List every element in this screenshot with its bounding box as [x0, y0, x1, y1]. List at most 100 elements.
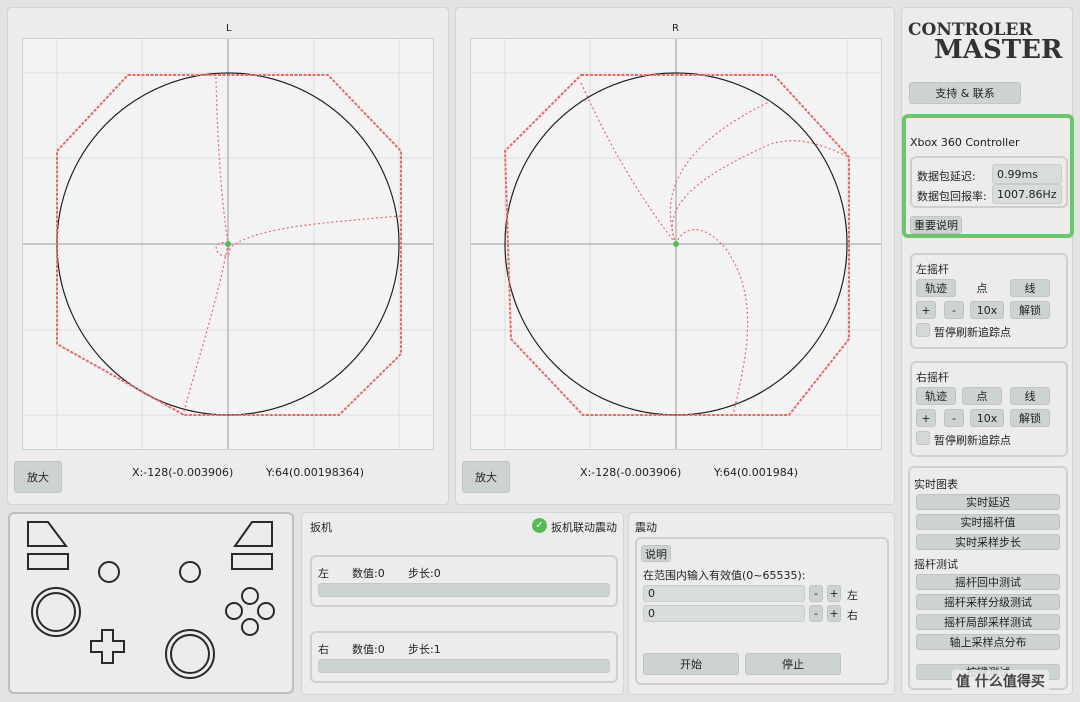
sidebar: CONTROLER MASTER 支持 & 联系 Xbox 360 Contro…	[901, 7, 1074, 695]
left-plus-button[interactable]: +	[916, 301, 936, 319]
right-unlock-button[interactable]: 解锁	[1010, 409, 1050, 427]
trigger-panel: 扳机 ✓ 扳机联动震动 左 数值:0 步长:0 右 数值:0 步长:1	[301, 512, 624, 695]
left-unlock-button[interactable]: 解锁	[1010, 301, 1050, 319]
stick-test-title: 摇杆测试	[914, 558, 958, 571]
axis-sample-distribution-button[interactable]: 轴上采样点分布	[916, 634, 1060, 650]
right-plus-button[interactable]: +	[916, 409, 936, 427]
left-current-point	[225, 241, 231, 247]
left-zoom-button[interactable]: 放大	[14, 461, 62, 493]
vibration-panel: 震动 说明 在范围内输入有效值(0~65535): 0 - + 左 0 - + …	[628, 512, 895, 695]
rate-label: 数据包回报率:	[917, 190, 987, 203]
left-minus-button[interactable]: -	[944, 301, 964, 319]
right-pause-checkbox[interactable]	[916, 431, 930, 445]
right-trigger-icon[interactable]	[231, 553, 273, 570]
right-zoom-button[interactable]: 放大	[462, 461, 510, 493]
dpad-icon[interactable]	[90, 629, 125, 664]
logo-line2: MASTER	[934, 35, 1063, 65]
vibration-title: 震动	[635, 521, 657, 534]
right-point-button[interactable]: 点	[962, 387, 1002, 405]
vibration-stop-button[interactable]: 停止	[745, 653, 841, 675]
right-motor-label: 右	[847, 609, 858, 622]
trigger-title: 扳机	[310, 521, 332, 534]
face-buttons-icon[interactable]	[225, 587, 275, 636]
right-trigger-value: 数值:0	[352, 643, 385, 656]
right-scale-value[interactable]: 10x	[970, 409, 1004, 427]
right-motor-minus[interactable]: -	[809, 605, 823, 622]
right-stick-icon[interactable]	[165, 629, 215, 679]
left-trigger-name: 左	[318, 567, 329, 580]
vibration-help-button[interactable]: 说明	[641, 545, 671, 562]
stick-center-test-button[interactable]: 摇杆回中测试	[916, 574, 1060, 590]
left-trigger-icon[interactable]	[27, 553, 69, 570]
left-y-readout: Y:64(0.00198364)	[266, 466, 365, 479]
left-stick-icon[interactable]	[31, 587, 81, 637]
right-x-readout: X:-128(-0.003906)	[580, 466, 682, 479]
left-trace-button[interactable]: 轨迹	[916, 279, 956, 297]
rate-value: 1007.86Hz	[992, 184, 1062, 204]
controller-diagram	[27, 521, 275, 679]
trigger-link-label: 扳机联动震动	[551, 521, 617, 534]
realtime-stick-value-button[interactable]: 实时摇杆值	[916, 514, 1060, 530]
right-motor-plus[interactable]: +	[827, 605, 841, 622]
right-trigger-group: 右 数值:0 步长:1	[310, 631, 618, 683]
right-trigger-step: 步长:1	[408, 643, 441, 656]
device-name: Xbox 360 Controller	[910, 136, 1020, 149]
right-y-readout: Y:64(0.001984)	[714, 466, 799, 479]
controller-diagram-panel	[8, 512, 294, 694]
right-stick-plot-svg	[471, 39, 881, 449]
right-bumper-icon[interactable]	[233, 521, 273, 547]
left-x-readout: X:-128(-0.003906)	[132, 466, 234, 479]
left-trigger-value: 数值:0	[352, 567, 385, 580]
left-motor-label: 左	[847, 589, 858, 602]
left-line-button[interactable]: 线	[1010, 279, 1050, 297]
test-tools-group: 实时图表 实时延迟 实时摇杆值 实时采样步长 摇杆测试 摇杆回中测试 摇杆采样分…	[908, 466, 1068, 690]
stick-grade-test-button[interactable]: 摇杆采样分级测试	[916, 594, 1060, 610]
vibration-range-label: 在范围内输入有效值(0~65535):	[643, 569, 806, 582]
right-minus-button[interactable]: -	[944, 409, 964, 427]
trigger-link-check-icon[interactable]: ✓	[532, 518, 547, 533]
vibration-group: 说明 在范围内输入有效值(0~65535): 0 - + 左 0 - + 右 开…	[635, 537, 889, 685]
latency-value: 0.99ms	[992, 164, 1062, 184]
right-stick-title: R	[672, 23, 679, 34]
left-trigger-group: 左 数值:0 步长:0	[310, 555, 618, 607]
device-info-group: Xbox 360 Controller 数据包延迟: 0.99ms 数据包回报率…	[902, 114, 1074, 238]
left-stick-plot	[22, 38, 434, 450]
packet-stats-box: 数据包延迟: 0.99ms 数据包回报率: 1007.86Hz	[910, 156, 1068, 208]
stick-local-test-button[interactable]: 摇杆局部采样测试	[916, 614, 1060, 630]
right-stick-plot	[470, 38, 882, 450]
back-button-icon[interactable]	[98, 561, 120, 583]
app-logo: CONTROLER MASTER	[908, 22, 1068, 70]
realtime-latency-button[interactable]: 实时延迟	[916, 494, 1060, 510]
right-trace-button[interactable]: 轨迹	[916, 387, 956, 405]
right-trigger-bar	[318, 659, 610, 673]
right-stick-settings: 右摇杆 轨迹 点 线 + - 10x 解锁 暂停刷新追踪点	[910, 361, 1068, 457]
support-contact-button[interactable]: 支持 & 联系	[909, 82, 1021, 104]
right-trigger-name: 右	[318, 643, 329, 656]
realtime-chart-title: 实时图表	[914, 478, 958, 491]
left-motor-input[interactable]: 0	[643, 585, 805, 602]
left-trigger-bar	[318, 583, 610, 597]
left-scale-value[interactable]: 10x	[970, 301, 1004, 319]
realtime-sample-step-button[interactable]: 实时采样步长	[916, 534, 1060, 550]
left-stick-plot-svg	[23, 39, 433, 449]
important-note-button[interactable]: 重要说明	[910, 216, 962, 234]
right-pause-label: 暂停刷新追踪点	[934, 434, 1011, 447]
start-button-icon[interactable]	[179, 561, 201, 583]
vibration-start-button[interactable]: 开始	[643, 653, 739, 675]
right-line-button[interactable]: 线	[1010, 387, 1050, 405]
left-pause-label: 暂停刷新追踪点	[934, 326, 1011, 339]
left-point-button[interactable]: 点	[962, 279, 1002, 297]
right-stick-settings-title: 右摇杆	[916, 371, 949, 384]
watermark: 值 什么值得买	[952, 670, 1049, 692]
left-motor-minus[interactable]: -	[809, 585, 823, 602]
left-stick-panel: L 放大 X:-128(-0.003906) Y:64(0.00198364)	[7, 7, 449, 505]
right-current-point	[673, 241, 679, 247]
right-motor-input[interactable]: 0	[643, 605, 805, 622]
left-bumper-icon[interactable]	[27, 521, 68, 547]
right-stick-panel: R 放大 X:-128(-0.003906) Y:64(0.001984)	[455, 7, 895, 505]
latency-label: 数据包延迟:	[917, 170, 976, 183]
left-motor-plus[interactable]: +	[827, 585, 841, 602]
left-stick-settings: 左摇杆 轨迹 点 线 + - 10x 解锁 暂停刷新追踪点	[910, 253, 1068, 349]
left-trigger-step: 步长:0	[408, 567, 441, 580]
left-pause-checkbox[interactable]	[916, 323, 930, 337]
